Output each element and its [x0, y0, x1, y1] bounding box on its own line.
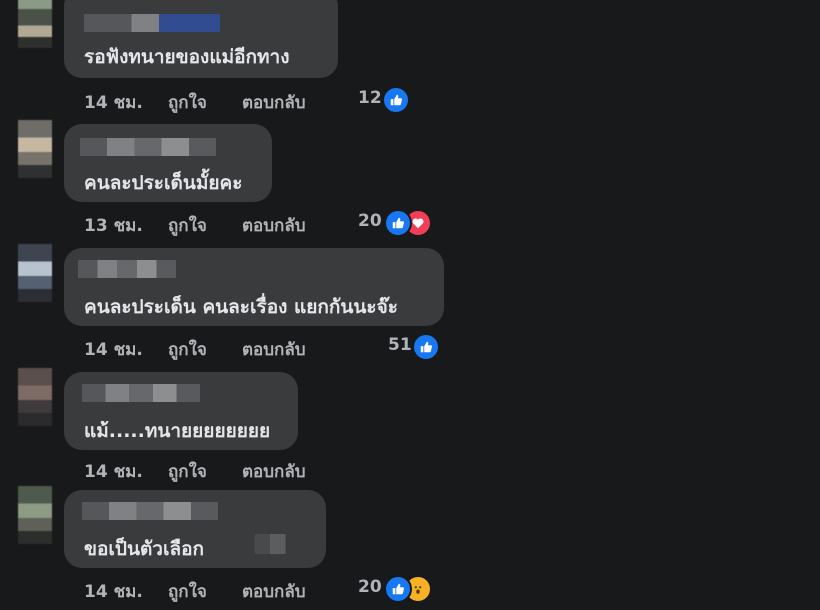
reply-button[interactable]: ตอบกลับ — [242, 89, 306, 116]
comment-bubble: คนละประเด็นมั้ยคะ — [64, 124, 272, 202]
avatar[interactable] — [18, 486, 52, 544]
reaction-summary[interactable]: 12 — [358, 86, 418, 114]
author-name-blurred[interactable] — [80, 138, 216, 156]
author-name-blurred[interactable] — [78, 260, 176, 278]
comment-time[interactable]: 14 ชม. — [84, 578, 143, 605]
blurred-emoji — [242, 534, 304, 554]
avatar[interactable] — [18, 0, 52, 48]
like-icon — [384, 575, 412, 603]
like-button[interactable]: ถูกใจ — [168, 89, 207, 116]
comment-time[interactable]: 14 ชม. — [84, 336, 143, 363]
reply-button[interactable]: ตอบกลับ — [242, 336, 306, 363]
comment-bubble: คนละประเด็น คนละเรื่อง แยกกันนะจ๊ะ — [64, 248, 444, 326]
comment-time[interactable]: 14 ชม. — [84, 89, 143, 116]
like-button[interactable]: ถูกใจ — [168, 578, 207, 605]
comment-text: ขอเป็นตัวเลือก — [84, 538, 205, 560]
reaction-summary[interactable]: 51 — [388, 333, 448, 361]
author-name-blurred[interactable] — [82, 384, 200, 402]
like-icon — [412, 333, 440, 361]
comment-bubble: ขอเป็นตัวเลือก — [64, 490, 326, 568]
reaction-count: 20 — [358, 211, 382, 231]
reaction-count: 51 — [388, 335, 412, 355]
like-icon — [384, 209, 412, 237]
reply-button[interactable]: ตอบกลับ — [242, 578, 306, 605]
reaction-count: 20 — [358, 577, 382, 597]
comment-bubble: แม้.....ทนายยยยยยยย — [64, 372, 298, 450]
like-button[interactable]: ถูกใจ — [168, 336, 207, 363]
reply-button[interactable]: ตอบกลับ — [242, 458, 306, 485]
comment-text: รอฟังทนายของแม่อีกทาง — [84, 46, 290, 68]
like-button[interactable]: ถูกใจ — [168, 458, 207, 485]
comment-bubble: รอฟังทนายของแม่อีกทาง — [64, 0, 338, 78]
reply-button[interactable]: ตอบกลับ — [242, 212, 306, 239]
comment-text: แม้.....ทนายยยยยยยย — [84, 420, 271, 442]
like-icon — [382, 86, 410, 114]
comment-text: คนละประเด็น คนละเรื่อง แยกกันนะจ๊ะ — [84, 296, 398, 318]
avatar[interactable] — [18, 368, 52, 426]
comment-time[interactable]: 13 ชม. — [84, 212, 143, 239]
author-name-blurred[interactable] — [84, 14, 220, 32]
avatar[interactable] — [18, 244, 52, 302]
like-button[interactable]: ถูกใจ — [168, 212, 207, 239]
reaction-summary[interactable]: 20 — [358, 575, 438, 603]
avatar[interactable] — [18, 120, 52, 178]
reaction-summary[interactable]: 20 — [358, 209, 438, 237]
reaction-count: 12 — [358, 88, 382, 108]
comment-text: คนละประเด็นมั้ยคะ — [84, 172, 243, 194]
author-name-blurred[interactable] — [82, 502, 218, 520]
comment-time[interactable]: 14 ชม. — [84, 458, 143, 485]
